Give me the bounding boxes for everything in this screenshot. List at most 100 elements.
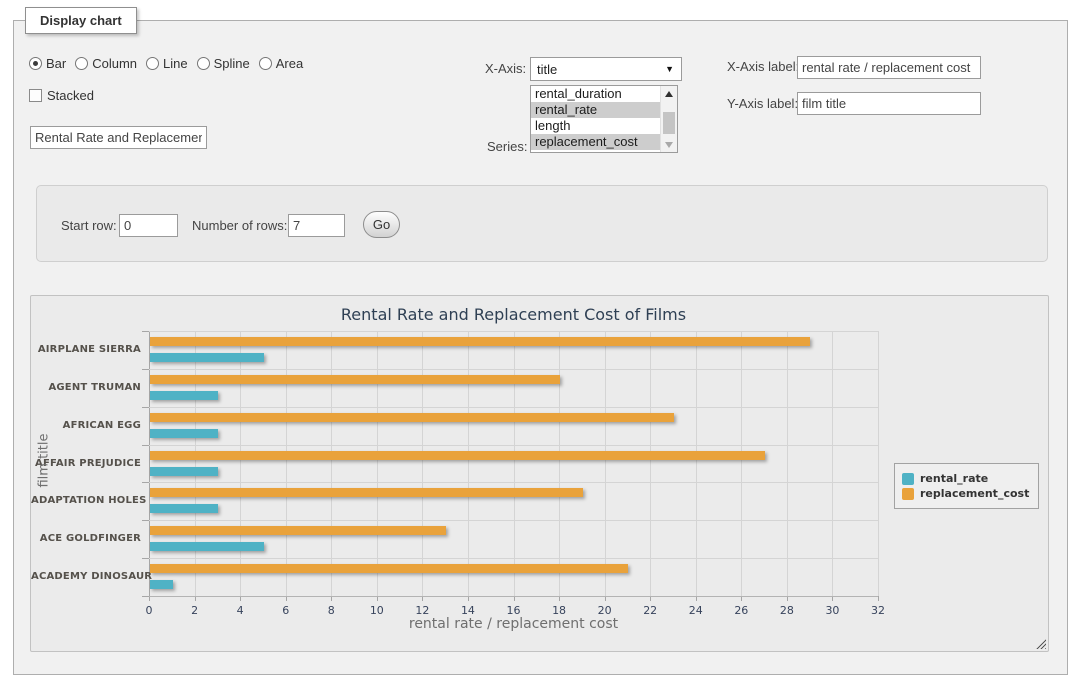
x-axis-select-label: X-Axis: — [485, 61, 526, 76]
legend-item-replacement-cost[interactable]: replacement_cost — [902, 487, 1029, 500]
series-option-replacement_cost[interactable]: replacement_cost — [531, 134, 660, 150]
chart-gridline-v — [514, 331, 515, 596]
chart-title-input[interactable] — [30, 126, 207, 149]
bar-rental-rate — [150, 580, 173, 589]
chart-gridline-v — [696, 331, 697, 596]
legend-label: replacement_cost — [920, 487, 1029, 500]
bar-replacement-cost — [150, 413, 674, 422]
scrollbar-thumb[interactable] — [663, 112, 675, 134]
bar-replacement-cost — [150, 526, 446, 535]
chart-gridline-v — [195, 331, 196, 596]
chart-gridline-v — [240, 331, 241, 596]
chart-type-radio-line[interactable] — [146, 57, 159, 70]
chart-gridline-v — [377, 331, 378, 596]
chart-gridline-v — [741, 331, 742, 596]
select-dropdown-arrow-icon: ▼ — [665, 64, 674, 74]
series-option-length[interactable]: length — [531, 118, 660, 134]
x-axis-select[interactable]: title ▼ — [530, 57, 682, 81]
x-axis-select-value: title — [537, 62, 557, 77]
stacked-checkbox-row[interactable]: Stacked — [29, 88, 94, 103]
chart-type-option-column[interactable]: Column — [75, 56, 137, 71]
chart-type-radio-label-line[interactable]: Line — [163, 56, 188, 71]
chart-type-radio-area[interactable] — [259, 57, 272, 70]
bar-rental-rate — [150, 504, 218, 513]
chart-type-radio-label-area[interactable]: Area — [276, 56, 303, 71]
chart-type-radio-column[interactable] — [75, 57, 88, 70]
chart-type-option-spline[interactable]: Spline — [197, 56, 250, 71]
chart-y-axis-title: film title — [37, 401, 52, 521]
chart-category-label: AIRPLANE SIERRA — [31, 344, 141, 355]
chart-title: Rental Rate and Replacement Cost of Film… — [149, 305, 878, 324]
bar-replacement-cost — [150, 337, 810, 346]
chart-legend: rental_rate replacement_cost — [894, 463, 1039, 509]
y-axis-label-input[interactable] — [797, 92, 981, 115]
series-listbox[interactable]: rental_durationrental_ratelengthreplacem… — [530, 85, 678, 153]
chart-panel: Rental Rate and Replacement Cost of Film… — [30, 295, 1049, 652]
chart-gridline-h — [149, 407, 878, 408]
start-row-input[interactable] — [119, 214, 178, 237]
chart-y-tick-mark — [142, 558, 149, 559]
chart-gridline-v — [559, 331, 560, 596]
x-axis-label-input[interactable] — [797, 56, 981, 79]
chart-gridline-h — [149, 482, 878, 483]
stacked-checkbox[interactable] — [29, 89, 42, 102]
start-row-label: Start row: — [61, 218, 117, 233]
scrollbar-down-icon[interactable] — [661, 137, 677, 152]
chart-gridline-h — [149, 445, 878, 446]
chart-gridline-h — [149, 369, 878, 370]
bar-rental-rate — [150, 542, 264, 551]
chart-type-radio-group: Bar Column Line Spline Area — [29, 56, 312, 71]
bar-rental-rate — [150, 467, 218, 476]
chart-y-tick-mark — [142, 520, 149, 521]
chart-gridline-h — [149, 558, 878, 559]
series-option-rental_duration[interactable]: rental_duration — [531, 86, 660, 102]
bar-replacement-cost — [150, 375, 560, 384]
legend-swatch-orange — [902, 488, 914, 500]
chart-category-label: ACE GOLDFINGER — [31, 533, 141, 544]
series-option-rental_rate[interactable]: rental_rate — [531, 102, 660, 118]
stacked-label[interactable]: Stacked — [47, 88, 94, 103]
go-button[interactable]: Go — [363, 211, 400, 238]
chart-gridline-v — [331, 331, 332, 596]
chart-gridline-v — [422, 331, 423, 596]
chart-y-tick-mark — [142, 445, 149, 446]
number-of-rows-input[interactable] — [288, 214, 345, 237]
bar-rental-rate — [150, 429, 218, 438]
bar-rental-rate — [150, 353, 264, 362]
number-of-rows-label: Number of rows: — [192, 218, 287, 233]
chart-type-option-line[interactable]: Line — [146, 56, 188, 71]
chart-category-label: AGENT TRUMAN — [31, 382, 141, 393]
chart-y-tick-mark — [142, 407, 149, 408]
chart-resize-grip-icon[interactable] — [1034, 637, 1046, 649]
chart-x-axis-line — [149, 596, 878, 597]
chart-type-option-area[interactable]: Area — [259, 56, 303, 71]
chart-category-label: ACADEMY DINOSAUR — [31, 571, 141, 582]
chart-type-option-bar[interactable]: Bar — [29, 56, 66, 71]
chart-gridline-v — [878, 331, 879, 596]
series-listbox-scrollbar[interactable] — [660, 86, 677, 152]
chart-y-tick-mark — [142, 596, 149, 597]
bar-replacement-cost — [150, 451, 765, 460]
chart-gridline-v — [650, 331, 651, 596]
chart-y-tick-mark — [142, 369, 149, 370]
legend-label: rental_rate — [920, 472, 988, 485]
chart-type-radio-label-column[interactable]: Column — [92, 56, 137, 71]
chart-type-radio-bar[interactable] — [29, 57, 42, 70]
chart-gridline-h — [149, 331, 878, 332]
chart-gridline-v — [605, 331, 606, 596]
chart-type-radio-spline[interactable] — [197, 57, 210, 70]
chart-y-tick-mark — [142, 482, 149, 483]
chart-gridline-h — [149, 520, 878, 521]
chart-x-tick-mark — [878, 596, 879, 601]
scrollbar-up-icon[interactable] — [661, 86, 677, 101]
chart-gridline-v — [468, 331, 469, 596]
chart-type-radio-label-bar[interactable]: Bar — [46, 56, 66, 71]
legend-item-rental-rate[interactable]: rental_rate — [902, 472, 1029, 485]
legend-swatch-teal — [902, 473, 914, 485]
chart-x-axis-title: rental rate / replacement cost — [149, 616, 878, 632]
display-chart-legend: Display chart — [25, 7, 137, 34]
chart-gridline-v — [787, 331, 788, 596]
y-axis-label-field-label: Y-Axis label: — [727, 96, 798, 111]
chart-type-radio-label-spline[interactable]: Spline — [214, 56, 250, 71]
bar-replacement-cost — [150, 488, 583, 497]
